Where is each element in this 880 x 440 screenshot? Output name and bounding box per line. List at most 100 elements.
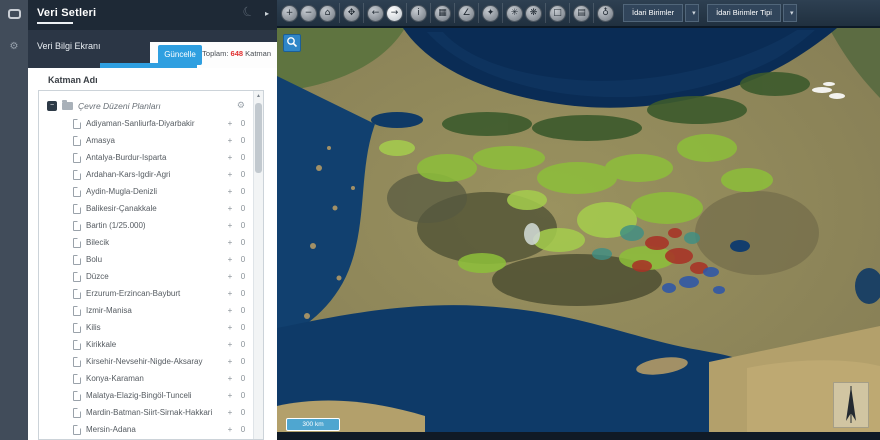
layer-name[interactable]: Konya-Karaman (86, 374, 221, 383)
layer-row[interactable]: Kirikkale+0 (73, 336, 247, 353)
layer-info-icon[interactable]: 0 (239, 357, 247, 366)
layer-info-icon[interactable]: 0 (239, 238, 247, 247)
identify-button[interactable]: ✦ (482, 5, 499, 22)
layer-row[interactable]: Kirsehir-Nevsehir-Nigde-Aksaray +0 (73, 353, 247, 370)
select-button[interactable]: □ (549, 5, 566, 22)
layer-name[interactable]: Kilis (86, 323, 221, 332)
layer-info-icon[interactable]: 0 (239, 170, 247, 179)
layer-row[interactable]: Konya-Karaman +0 (73, 370, 247, 387)
tree-parent-row[interactable]: − Çevre Düzeni Planları ⚙ (47, 97, 247, 115)
gear-icon[interactable]: ⚙ (0, 41, 28, 52)
clear-graphics-button[interactable]: ✳ (506, 5, 523, 22)
chevron-right-icon[interactable]: ▸ (265, 9, 269, 18)
list-scrollbar[interactable]: ▲ (253, 91, 263, 439)
zoom-to-layer-icon[interactable]: + (226, 238, 234, 247)
layer-name[interactable]: Aydin-Mugla-Denizli (86, 187, 221, 196)
info-button[interactable]: i (410, 5, 427, 22)
layer-name[interactable]: Balikesir-Çanakkale (86, 204, 221, 213)
zoom-to-layer-icon[interactable]: + (226, 340, 234, 349)
layer-group-gear-icon[interactable]: ⚙ (237, 101, 245, 111)
layer-info-icon[interactable]: 0 (239, 187, 247, 196)
moon-icon[interactable]: ☾ (241, 3, 258, 22)
layer-row[interactable]: Kilis +0 (73, 319, 247, 336)
idari-birimler-caret-icon[interactable]: ▾ (685, 4, 699, 22)
layer-info-icon[interactable]: 0 (239, 289, 247, 298)
zoom-to-layer-icon[interactable]: + (226, 170, 234, 179)
layer-info-icon[interactable]: 0 (239, 272, 247, 281)
zoom-in-button[interactable]: + (281, 5, 298, 22)
idari-birimler-dropdown[interactable]: İdari Birimler (623, 4, 683, 22)
zoom-to-layer-icon[interactable]: + (226, 204, 234, 213)
zoom-to-layer-icon[interactable]: + (226, 357, 234, 366)
pan-button[interactable]: ✥ (343, 5, 360, 22)
layer-row[interactable]: Malatya-Elazig-Bingöl-Tunceli +0 (73, 387, 247, 404)
zoom-to-layer-icon[interactable]: + (226, 374, 234, 383)
layer-name[interactable]: Mardin-Batman-Siirt-Sirnak-Hakkari (86, 408, 221, 417)
layer-name[interactable]: Kirsehir-Nevsehir-Nigde-Aksaray (86, 357, 221, 366)
layer-row[interactable]: Düzce +0 (73, 268, 247, 285)
layer-name[interactable]: Bartin (1/25.000) (86, 221, 221, 230)
layer-row[interactable]: Antalya-Burdur-Isparta+0 (73, 149, 247, 166)
layers-button[interactable]: ▦ (434, 5, 451, 22)
layer-name[interactable]: Kirikkale (86, 340, 221, 349)
layer-name[interactable]: Bilecik (86, 238, 221, 247)
zoom-to-layer-icon[interactable]: + (226, 391, 234, 400)
zoom-to-layer-icon[interactable]: + (226, 187, 234, 196)
layer-row[interactable]: Mersin-Adana+0 (73, 421, 247, 438)
layer-row[interactable]: Aydin-Mugla-Denizli +0 (73, 183, 247, 200)
layer-info-icon[interactable]: 0 (239, 374, 247, 383)
layer-row[interactable]: Bolu+0 (73, 251, 247, 268)
map-zoom-tool-button[interactable] (283, 34, 301, 52)
layer-row[interactable]: Balikesir-Çanakkale+0 (73, 200, 247, 217)
measure-button[interactable]: ∠ (458, 5, 475, 22)
layer-row[interactable]: Izmir-Manisa +0 (73, 302, 247, 319)
layer-info-icon[interactable]: 0 (239, 255, 247, 264)
layer-row[interactable]: Ardahan-Kars-Igdir-Agri +0 (73, 166, 247, 183)
zoom-to-layer-icon[interactable]: + (226, 153, 234, 162)
layer-name[interactable]: Ardahan-Kars-Igdir-Agri (86, 170, 221, 179)
layer-name[interactable]: Malatya-Elazig-Bingöl-Tunceli (86, 391, 221, 400)
zoom-to-layer-icon[interactable]: + (226, 119, 234, 128)
layer-info-icon[interactable]: 0 (239, 306, 247, 315)
layer-row[interactable]: Mardin-Batman-Siirt-Sirnak-Hakkari+0 (73, 404, 247, 421)
layer-info-icon[interactable]: 0 (239, 391, 247, 400)
layer-name[interactable]: Erzurum-Erzincan-Bayburt (86, 289, 221, 298)
layer-row[interactable]: Bartin (1/25.000)+0 (73, 217, 247, 234)
tree-parent-label[interactable]: Çevre Düzeni Planları (78, 101, 232, 111)
layer-row[interactable]: Bilecik +0 (73, 234, 247, 251)
idari-birimler-tipi-dropdown[interactable]: İdari Birimler Tipi (707, 4, 781, 22)
zoom-to-layer-icon[interactable]: + (226, 255, 234, 264)
zoom-to-layer-icon[interactable]: + (226, 136, 234, 145)
layer-info-icon[interactable]: 0 (239, 136, 247, 145)
zoom-to-layer-icon[interactable]: + (226, 323, 234, 332)
basemap-button[interactable]: ♁ (597, 5, 614, 22)
layer-info-icon[interactable]: 0 (239, 221, 247, 230)
layer-name[interactable]: Izmir-Manisa (86, 306, 221, 315)
layer-row[interactable]: Adiyaman-Sanliurfa-Diyarbakir +0 (73, 115, 247, 132)
layer-info-icon[interactable]: 0 (239, 119, 247, 128)
zoom-to-layer-icon[interactable]: + (226, 425, 234, 434)
zoom-to-layer-icon[interactable]: + (226, 272, 234, 281)
checkbox-icon[interactable]: − (47, 101, 57, 111)
idari-birimler-tipi-caret-icon[interactable]: ▾ (783, 4, 797, 22)
north-arrow[interactable] (833, 382, 869, 428)
layer-row[interactable]: Erzurum-Erzincan-Bayburt +0 (73, 285, 247, 302)
display-icon[interactable] (0, 6, 28, 24)
update-button[interactable]: Güncelle (158, 45, 202, 65)
layer-name[interactable]: Adiyaman-Sanliurfa-Diyarbakir (86, 119, 221, 128)
refresh-button[interactable]: ❋ (525, 5, 542, 22)
zoom-to-layer-icon[interactable]: + (226, 408, 234, 417)
layer-info-icon[interactable]: 0 (239, 425, 247, 434)
layer-info-icon[interactable]: 0 (239, 323, 247, 332)
layer-row[interactable]: Amasya+0 (73, 132, 247, 149)
previous-extent-button[interactable]: ← (367, 5, 384, 22)
print-button[interactable]: ▤ (573, 5, 590, 22)
zoom-full-extent-button[interactable]: ⌂ (319, 5, 336, 22)
zoom-to-layer-icon[interactable]: + (226, 289, 234, 298)
map-canvas[interactable] (277, 28, 880, 432)
next-extent-button[interactable]: → (386, 5, 403, 22)
layer-name[interactable]: Düzce (86, 272, 221, 281)
zoom-to-layer-icon[interactable]: + (226, 306, 234, 315)
scrollbar-thumb[interactable] (255, 103, 262, 173)
layer-info-icon[interactable]: 0 (239, 153, 247, 162)
